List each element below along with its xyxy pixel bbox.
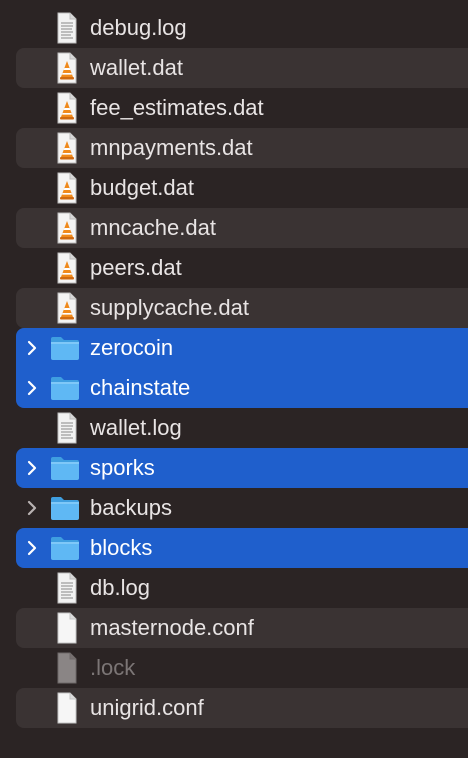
disclosure-chevron-icon[interactable]	[25, 460, 39, 476]
file-row[interactable]: wallet.log	[16, 408, 468, 448]
file-name: wallet.dat	[90, 55, 183, 80]
disclosure-chevron-icon[interactable]	[25, 540, 39, 556]
file-list: debug.log wallet.dat fee_estimates.dat m…	[0, 8, 468, 728]
file-name: mncache.dat	[90, 215, 216, 240]
text-file-icon	[48, 572, 82, 604]
file-name: zerocoin	[90, 335, 174, 360]
file-name: supplycache.dat	[90, 295, 249, 320]
text-file-icon	[48, 12, 82, 44]
file-row[interactable]: zerocoin	[16, 328, 468, 368]
file-name: db.log	[90, 575, 150, 600]
blank-file-icon	[48, 692, 82, 724]
disclosure-chevron-icon[interactable]	[25, 500, 39, 516]
file-name: .lock	[90, 655, 136, 680]
file-name: backups	[90, 495, 172, 520]
file-row[interactable]: masternode.conf	[16, 608, 468, 648]
file-name: debug.log	[90, 15, 187, 40]
file-row[interactable]: fee_estimates.dat	[16, 88, 468, 128]
file-row[interactable]: debug.log	[16, 8, 468, 48]
disclosure-chevron-icon[interactable]	[25, 380, 39, 396]
file-name: wallet.log	[90, 415, 182, 440]
vlc-file-icon	[48, 212, 82, 244]
file-name: chainstate	[90, 375, 191, 400]
vlc-file-icon	[48, 292, 82, 324]
file-row[interactable]: peers.dat	[16, 248, 468, 288]
file-name: unigrid.conf	[90, 695, 204, 720]
file-name: sporks	[90, 455, 155, 480]
disclosure-chevron-icon[interactable]	[25, 340, 39, 356]
folder-icon	[48, 332, 82, 364]
file-row[interactable]: wallet.dat	[16, 48, 468, 88]
file-row[interactable]: mnpayments.dat	[16, 128, 468, 168]
vlc-file-icon	[48, 252, 82, 284]
file-name: blocks	[90, 535, 153, 560]
file-row[interactable]: budget.dat	[16, 168, 468, 208]
file-name: mnpayments.dat	[90, 135, 253, 160]
vlc-file-icon	[48, 172, 82, 204]
locked-file-icon	[48, 652, 82, 684]
vlc-file-icon	[48, 52, 82, 84]
file-row[interactable]: blocks	[16, 528, 468, 568]
file-row[interactable]: db.log	[16, 568, 468, 608]
file-row[interactable]: .lock	[16, 648, 468, 688]
folder-icon	[48, 492, 82, 524]
file-name: fee_estimates.dat	[90, 95, 264, 120]
file-row[interactable]: backups	[16, 488, 468, 528]
file-row[interactable]: sporks	[16, 448, 468, 488]
file-row[interactable]: unigrid.conf	[16, 688, 468, 728]
text-file-icon	[48, 412, 82, 444]
file-row[interactable]: supplycache.dat	[16, 288, 468, 328]
folder-icon	[48, 452, 82, 484]
vlc-file-icon	[48, 92, 82, 124]
blank-file-icon	[48, 612, 82, 644]
file-row[interactable]: mncache.dat	[16, 208, 468, 248]
file-name: budget.dat	[90, 175, 194, 200]
folder-icon	[48, 372, 82, 404]
folder-icon	[48, 532, 82, 564]
vlc-file-icon	[48, 132, 82, 164]
file-row[interactable]: chainstate	[16, 368, 468, 408]
file-name: masternode.conf	[90, 615, 254, 640]
file-name: peers.dat	[90, 255, 182, 280]
